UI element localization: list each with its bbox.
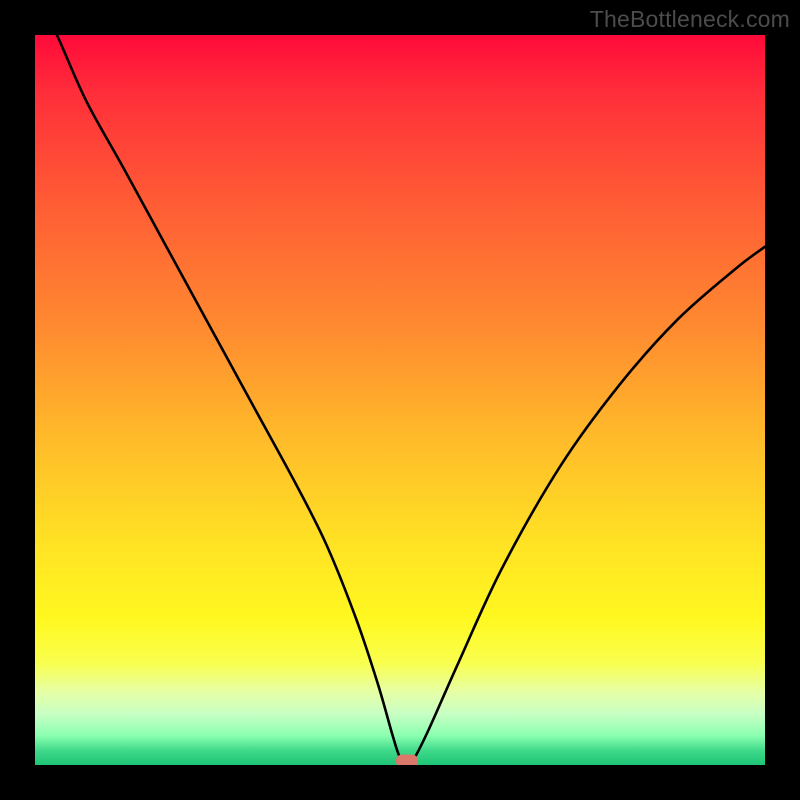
chart-frame: TheBottleneck.com — [0, 0, 800, 800]
watermark-text: TheBottleneck.com — [590, 6, 790, 33]
curve-path — [35, 35, 765, 765]
optimal-point-marker — [396, 755, 418, 766]
plot-area — [35, 35, 765, 765]
bottleneck-curve — [35, 35, 765, 765]
